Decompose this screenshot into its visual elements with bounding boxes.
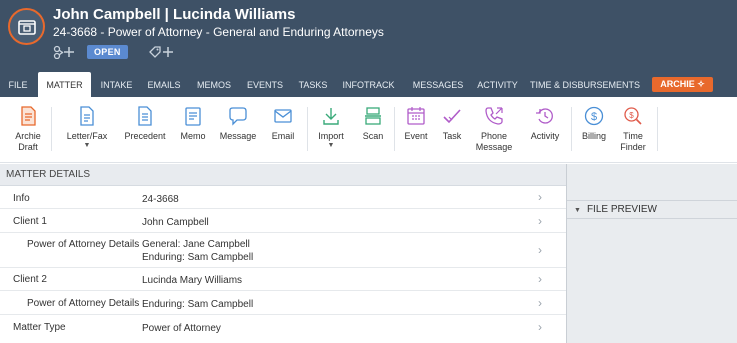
- email-button[interactable]: Email: [269, 105, 297, 142]
- row-value: Power of Attorney: [142, 323, 221, 334]
- file-preview-panel: ▼ FILE PREVIEW: [566, 164, 737, 343]
- status-badge[interactable]: OPEN: [87, 45, 128, 59]
- row-label: Client 1: [13, 216, 47, 227]
- detail-row-client-1[interactable]: Client 1 John Campbell ›: [0, 209, 566, 233]
- precedent-icon: [138, 106, 152, 126]
- tab-matter[interactable]: MATTER: [38, 72, 91, 97]
- archie-button[interactable]: ARCHIE ✧: [652, 77, 713, 92]
- message-button[interactable]: Message: [219, 105, 257, 142]
- chevron-right-icon: ›: [538, 190, 542, 204]
- detail-row-client-2[interactable]: Client 2 Lucinda Mary Williams ›: [0, 268, 566, 291]
- memo-icon: [185, 107, 201, 126]
- file-preview-title: FILE PREVIEW: [586, 204, 657, 215]
- activity-button[interactable]: Activity: [527, 105, 563, 142]
- magnifier-dollar-icon: $: [624, 107, 642, 125]
- calendar-icon: [407, 107, 425, 125]
- matter-folder-icon[interactable]: [8, 8, 45, 45]
- matter-header: John Campbell | Lucinda Williams 24-3668…: [0, 0, 737, 72]
- precedent-button[interactable]: Precedent: [124, 105, 166, 142]
- row-label: Power of Attorney Details: [27, 298, 140, 309]
- row-value: Enduring: Sam Campbell: [142, 299, 254, 310]
- chevron-right-icon: ›: [538, 272, 542, 286]
- tab-infotrack[interactable]: INFOTRACK: [341, 72, 396, 97]
- row-label: Client 2: [13, 274, 47, 285]
- import-label: Import: [318, 131, 344, 141]
- activity-clock-icon: [536, 108, 553, 124]
- svg-text:$: $: [591, 111, 597, 123]
- tab-memos[interactable]: MEMOS: [194, 72, 234, 97]
- tab-emails[interactable]: EMAILS: [143, 72, 185, 97]
- tab-activity[interactable]: ACTIVITY: [474, 72, 521, 97]
- dollar-icon: $: [584, 106, 604, 126]
- archie-draft-label: Archie Draft: [15, 131, 41, 152]
- billing-button[interactable]: $ Billing: [579, 105, 609, 142]
- chevron-down-icon: ▼: [83, 142, 91, 149]
- row-value: 24-3668: [142, 194, 179, 205]
- tab-intake[interactable]: INTAKE: [97, 72, 136, 97]
- email-label: Email: [271, 131, 295, 141]
- phone-message-button[interactable]: Phone Message: [475, 105, 513, 153]
- row-label: Power of Attorney Details: [27, 239, 140, 250]
- letter-fax-button[interactable]: Letter/Fax ▼: [63, 105, 111, 150]
- matter-toolbar: Archie Draft Letter/Fax ▼ Precedent Memo…: [0, 97, 737, 163]
- chevron-right-icon: ›: [538, 296, 542, 310]
- time-finder-label: Time Finder: [620, 131, 646, 152]
- envelope-icon: [274, 109, 292, 123]
- row-value: John Campbell: [142, 217, 209, 228]
- chevron-right-icon: ›: [538, 214, 542, 228]
- message-label: Message: [219, 131, 257, 141]
- row-value: Lucinda Mary Williams: [142, 275, 243, 286]
- scan-label: Scan: [362, 131, 384, 141]
- time-finder-button[interactable]: $ Time Finder: [617, 105, 649, 153]
- detail-row-poa-client-1[interactable]: Power of Attorney Details General: Jane …: [0, 233, 566, 268]
- chevron-right-icon: ›: [538, 320, 542, 334]
- row-label: Info: [13, 193, 30, 204]
- tag-add-icon[interactable]: [148, 45, 174, 59]
- tab-messages[interactable]: MESSAGES: [408, 72, 468, 97]
- detail-row-matter-type[interactable]: Matter Type Power of Attorney ›: [0, 315, 566, 339]
- download-icon: [323, 108, 339, 125]
- event-label: Event: [404, 131, 428, 141]
- phone-icon: [485, 107, 503, 125]
- link-add-icon[interactable]: [53, 45, 75, 59]
- matter-details-panel: MATTER DETAILS Info 24-3668 › Client 1 J…: [0, 164, 566, 343]
- svg-text:$: $: [629, 111, 634, 120]
- scan-button[interactable]: Scan: [360, 105, 386, 142]
- billing-label: Billing: [581, 131, 606, 141]
- activity-label: Activity: [530, 131, 560, 141]
- speech-bubble-icon: [229, 107, 247, 126]
- matter-details-heading: MATTER DETAILS: [0, 164, 566, 186]
- scanner-icon: [365, 107, 381, 125]
- file-preview-header[interactable]: ▼ FILE PREVIEW: [567, 200, 737, 219]
- letter-fax-label: Letter/Fax: [66, 131, 108, 141]
- row-label: Matter Type: [13, 322, 66, 333]
- matter-subtitle: 24-3668 - Power of Attorney - General an…: [53, 25, 384, 39]
- phone-message-label: Phone Message: [475, 131, 513, 152]
- archie-draft-icon: [21, 106, 36, 126]
- tab-tasks[interactable]: TASKS: [295, 72, 331, 97]
- task-button[interactable]: Task: [439, 105, 465, 142]
- tab-file[interactable]: FILE: [4, 72, 32, 97]
- chevron-down-icon: ▼: [327, 142, 335, 149]
- chevron-right-icon: ›: [538, 243, 542, 257]
- archie-draft-button[interactable]: Archie Draft: [13, 105, 43, 153]
- matter-title: John Campbell | Lucinda Williams: [53, 6, 296, 23]
- event-button[interactable]: Event: [403, 105, 429, 142]
- detail-row-poa-client-2[interactable]: Power of Attorney Details Enduring: Sam …: [0, 291, 566, 315]
- collapse-triangle-icon: ▼: [574, 207, 581, 214]
- row-value: General: Jane Campbell Enduring: Sam Cam…: [142, 239, 254, 263]
- memo-button[interactable]: Memo: [178, 105, 208, 142]
- checkmark-icon: [443, 109, 461, 124]
- memo-label: Memo: [180, 131, 206, 141]
- document-icon: [80, 106, 94, 126]
- tab-time-disbursements[interactable]: TIME & DISBURSEMENTS: [530, 72, 640, 97]
- tab-events[interactable]: EVENTS: [244, 72, 286, 97]
- detail-row-info[interactable]: Info 24-3668 ›: [0, 186, 566, 209]
- tab-bar: FILE MATTER INTAKE EMAILS MEMOS EVENTS T…: [0, 72, 737, 97]
- precedent-label: Precedent: [124, 131, 166, 141]
- import-button[interactable]: Import ▼: [316, 105, 346, 150]
- task-label: Task: [442, 131, 462, 141]
